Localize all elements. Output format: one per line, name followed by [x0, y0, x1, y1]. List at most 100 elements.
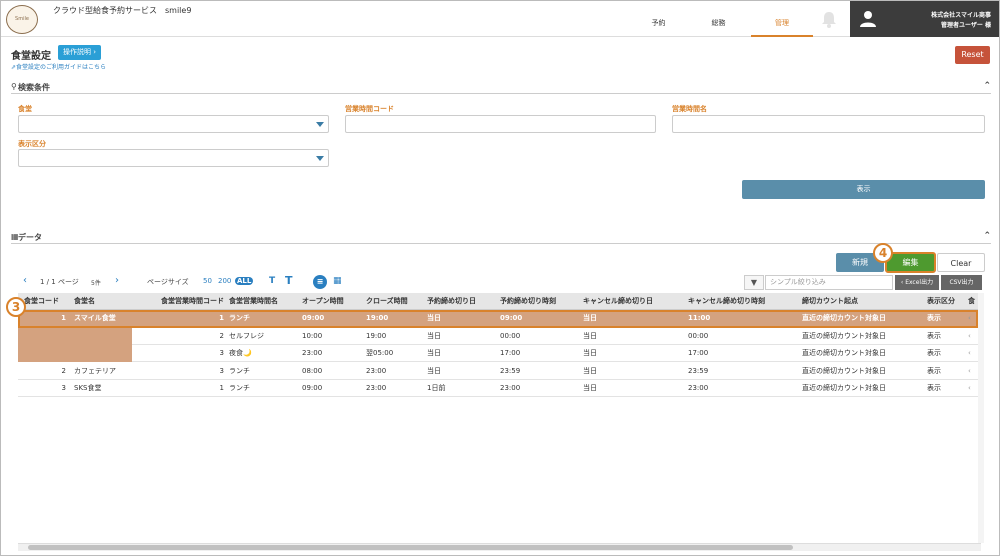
help-button[interactable]: 操作説明 › — [58, 45, 102, 60]
page-size-all[interactable]: ALL — [235, 277, 254, 285]
table-cell: 直近の締切カウント対象日 — [802, 314, 886, 322]
table-row[interactable]: 1 スマイル食堂 1 ランチ 09:00 19:00 当日 09:00 当日 11:00 直近の締切… — [18, 310, 981, 327]
page-size-label: ページサイズ — [147, 278, 189, 286]
reset-button[interactable]: Reset — [955, 46, 990, 64]
table-cell: 19:00 — [366, 314, 389, 322]
smile-logo[interactable]: Smile — [6, 5, 38, 34]
table-cell: 17:00 — [500, 349, 521, 357]
table-cell: 1日前 — [427, 384, 446, 392]
app-window: Smile クラウド型給食予約サービス smile9 予約 総務 管理 株式会社… — [0, 0, 1000, 556]
column-header[interactable]: 食堂営業時間コード — [152, 293, 224, 310]
top-header: Smile クラウド型給食予約サービス smile9 予約 総務 管理 株式会社… — [1, 1, 999, 37]
table-cell: 当日 — [583, 349, 597, 357]
prev-page-icon[interactable]: ‹ — [23, 275, 27, 286]
table-cell: 2 — [61, 366, 66, 375]
column-header[interactable]: クローズ時間 — [366, 293, 424, 310]
guide-link[interactable]: ⇗食堂設定のご利用ガイドはこちら — [11, 62, 106, 71]
excel-export-button[interactable]: ‹ Excel出力 — [895, 275, 939, 290]
grid-view-icon[interactable]: ▦ — [333, 276, 342, 286]
column-header[interactable]: 食堂名 — [74, 293, 150, 310]
callout-badge-edit: 4 — [873, 243, 893, 263]
scrollbar-thumb[interactable] — [28, 545, 793, 550]
text-large-icon[interactable]: T — [285, 274, 293, 287]
column-header[interactable]: 予約締め切り時刻 — [500, 293, 580, 310]
table-cell: 当日 — [583, 384, 597, 392]
table-row[interactable]: 2 カフェテリア 3 ランチ 08:00 23:00 当日 23:59 当日 23:59 直近の締切… — [18, 363, 981, 380]
hours-name-input[interactable] — [672, 115, 985, 133]
grid-header: 食堂コード 食堂名 食堂営業時間コード 食堂営業時間名 オープン時間 クローズ時間 予約締め… — [18, 293, 981, 310]
chevron-up-icon[interactable]: ⌃ — [983, 81, 991, 91]
table-cell: 2 — [219, 331, 224, 340]
display-category-label: 表示区分 — [18, 140, 46, 148]
hours-code-input[interactable] — [345, 115, 656, 133]
data-section-header[interactable]: ▦ データ ⌃ — [11, 230, 991, 244]
table-row[interactable]: 2 セルフレジ 10:00 19:00 当日 00:00 当日 00:00 直近の締切カウント対… — [18, 328, 981, 345]
csv-export-button[interactable]: CSV出力 — [941, 275, 982, 290]
table-cell: 当日 — [427, 331, 441, 340]
table-cell: 表示 — [927, 384, 941, 392]
display-category-select[interactable] — [18, 149, 329, 167]
nav-tab-kanri[interactable]: 管理 — [751, 1, 813, 37]
next-page-icon[interactable]: › — [115, 275, 119, 286]
table-cell: 直近の締切カウント対象日 — [802, 366, 886, 375]
search-button[interactable]: 表示 — [742, 180, 985, 199]
table-cell: 23:00 — [688, 384, 709, 392]
hours-code-label: 営業時間コード — [345, 105, 394, 113]
page-size-200[interactable]: 200 — [218, 277, 231, 285]
edit-button[interactable]: 編集 — [885, 252, 936, 273]
data-section-title: データ — [18, 233, 42, 242]
text-small-icon[interactable]: T — [269, 276, 275, 286]
user-name: 管理者ユーザー 様 — [941, 22, 991, 29]
table-row[interactable]: 3 SKS食堂 1 ランチ 09:00 23:00 1日前 23:00 当日 23:00 直近の締切… — [18, 380, 981, 397]
clear-button[interactable]: Clear — [937, 253, 985, 272]
table-row[interactable]: 3 夜食🌙 23:00 翌05:00 当日 17:00 当日 17:00 直近の締切カウント対象… — [18, 345, 981, 362]
chevron-up-icon[interactable]: ⌃ — [983, 231, 991, 241]
page-indicator: 1 / 1 ページ — [40, 278, 79, 286]
table-cell: カフェテリア — [74, 366, 116, 375]
table-cell: 1 — [219, 314, 224, 322]
bell-icon[interactable] — [818, 9, 840, 29]
table-cell: ランチ — [229, 384, 250, 392]
table-cell: 表示 — [927, 349, 941, 357]
table-cell: 23:00 — [366, 384, 387, 392]
column-header[interactable]: 予約締め切り日 — [427, 293, 497, 310]
list-view-icon[interactable]: ≡ — [313, 275, 327, 289]
column-header[interactable]: キャンセル締め切り時刻 — [688, 293, 800, 310]
nav-tab-soumu[interactable]: 総務 — [691, 1, 746, 37]
column-header[interactable]: 食堂営業時間名 — [229, 293, 299, 310]
callout-badge-row: 3 — [6, 297, 26, 317]
table-cell: 表示 — [927, 366, 941, 375]
column-header[interactable]: 締切カウント起点 — [802, 293, 924, 310]
table-cell: 夜食🌙 — [229, 349, 252, 357]
page-title: 食堂設定 — [11, 51, 51, 62]
vertical-scrollbar[interactable] — [978, 293, 984, 543]
table-cell: 23:59 — [688, 366, 709, 375]
search-section-header[interactable]: ⚲ 検索条件 ⌃ — [11, 80, 991, 94]
data-grid: 食堂コード 食堂名 食堂営業時間コード 食堂営業時間名 オープン時間 クローズ時間 予約締め… — [18, 293, 981, 551]
page-size-50[interactable]: 50 — [203, 277, 212, 285]
filter-input[interactable]: シンプル絞り込み — [765, 275, 893, 290]
table-cell: 3 — [219, 366, 224, 375]
chevron-down-icon — [316, 156, 324, 161]
table-cell: 23:59 — [500, 366, 521, 375]
horizontal-scrollbar[interactable] — [18, 543, 981, 551]
user-menu[interactable]: 株式会社スマイル商事 管理者ユーザー 様 — [850, 1, 999, 37]
table-cell: SKS食堂 — [74, 384, 102, 392]
table-cell: 表示 — [927, 314, 941, 322]
table-cell: 当日 — [427, 349, 441, 357]
column-header[interactable]: 表示区分 — [927, 293, 965, 310]
chevron-down-icon — [316, 122, 324, 127]
table-cell: 翌05:00 — [366, 349, 394, 357]
column-header[interactable]: キャンセル締め切り日 — [583, 293, 685, 310]
table-cell: 09:00 — [302, 314, 325, 322]
table-cell: 23:00 — [302, 349, 323, 357]
table-cell: ランチ — [229, 366, 250, 375]
company-name: 株式会社スマイル商事 — [931, 12, 991, 19]
guide-link-label: 食堂設定のご利用ガイドはこちら — [16, 64, 107, 71]
column-header[interactable]: オープン時間 — [302, 293, 362, 310]
filter-icon[interactable]: ▼ — [744, 275, 764, 290]
nav-tab-yoyaku[interactable]: 予約 — [631, 1, 686, 37]
table-cell: 表示 — [927, 331, 941, 340]
cafeteria-select[interactable] — [18, 115, 329, 133]
merged-cell — [18, 328, 132, 362]
